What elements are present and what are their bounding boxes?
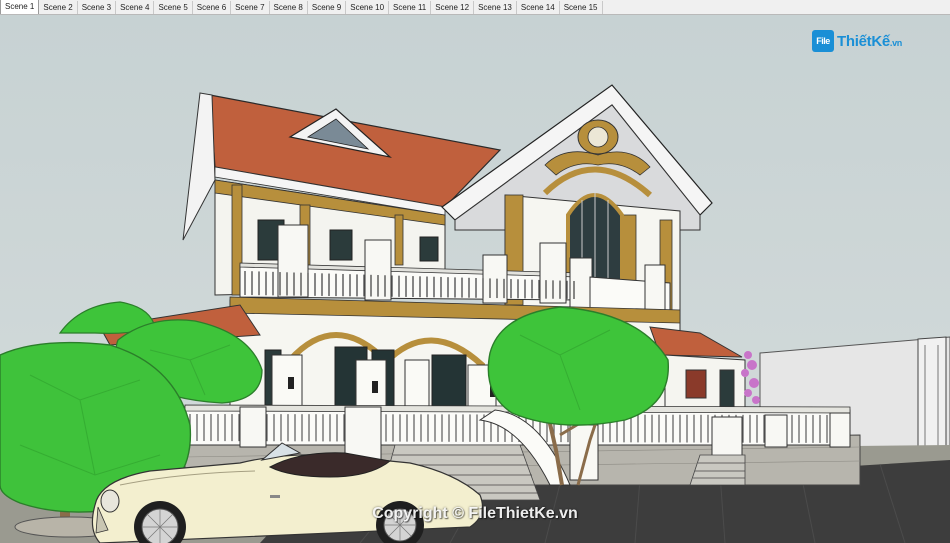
scene-tab-3[interactable]: Scene 3 [78, 1, 117, 14]
scene-tab-7[interactable]: Scene 7 [231, 1, 270, 14]
scene-tab-8[interactable]: Scene 8 [270, 1, 308, 14]
logo-brand: ThiếtKế [837, 32, 890, 50]
scene-tab-6[interactable]: Scene 6 [193, 1, 232, 14]
scene-tab-9[interactable]: Scene 9 [308, 1, 347, 14]
3d-viewport[interactable]: File ThiếtKế.vn Copyright © FileThietKe.… [0, 15, 950, 543]
logo-suffix: .vn [889, 37, 903, 48]
logo-icon-text: File [816, 36, 830, 46]
sketchup-window: Scene 1 Scene 2 Scene 3 Scene 4 Scene 5 Scene… [0, 0, 950, 543]
villa-3d-model [0, 15, 950, 543]
scene-tab-1[interactable]: Scene 1 [0, 0, 40, 14]
brand-logo: File ThiếtKế.vn [812, 28, 902, 54]
scene-tab-13[interactable]: Scene 13 [474, 1, 517, 14]
scene-tab-15[interactable]: Scene 15 [560, 1, 603, 14]
scene-tab-4[interactable]: Scene 4 [116, 1, 155, 14]
scene-tab-bar: Scene 1 Scene 2 Scene 3 Scene 4 Scene 5 Scene… [0, 0, 950, 15]
scene-tab-5[interactable]: Scene 5 [154, 1, 193, 14]
copyright-watermark: Copyright © FileThietKe.vn [372, 505, 578, 522]
side-staircase [689, 454, 746, 486]
scene-tab-10[interactable]: Scene 10 [346, 1, 390, 14]
scene-tab-2[interactable]: Scene 2 [39, 1, 78, 14]
logo-file-icon: File [812, 30, 834, 52]
logo-wordmark: ThiếtKế.vn [837, 33, 902, 50]
scene-tab-11[interactable]: Scene 11 [389, 1, 432, 14]
scene-tab-12[interactable]: Scene 12 [431, 1, 475, 14]
scene-tab-14[interactable]: Scene 14 [517, 1, 560, 14]
